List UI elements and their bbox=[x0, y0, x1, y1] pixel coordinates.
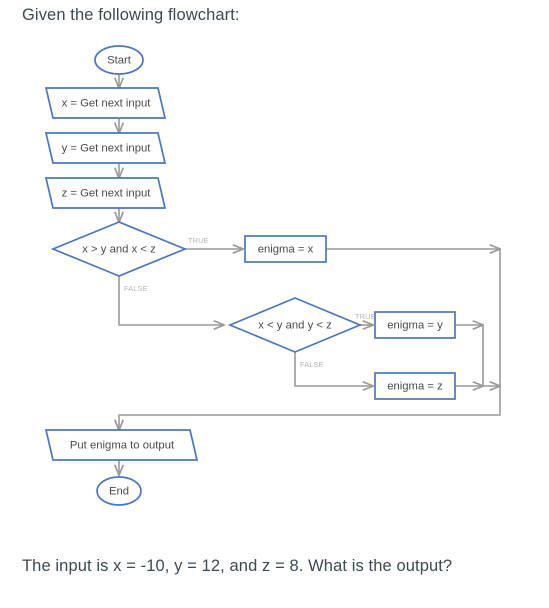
decision-2-false-label: FALSE bbox=[300, 360, 324, 369]
question-intro-text: Given the following flowchart: bbox=[22, 6, 240, 24]
node-output: Put enigma to output bbox=[44, 429, 199, 461]
node-input-z: z = Get next input bbox=[44, 177, 167, 209]
decision-1-true-label: TRUE bbox=[188, 236, 209, 245]
question-body-text: The input is x = -10, y = 12, and z = 8.… bbox=[22, 557, 453, 575]
node-input-y: y = Get next input bbox=[44, 132, 167, 164]
enigma-y-label: enigma = y bbox=[387, 319, 443, 331]
node-decision-1: x > y and x < z TRUE FALSE bbox=[50, 221, 209, 293]
connector-layer bbox=[119, 74, 500, 475]
flowchart-diagram: Start x = Get next input y = Get next in… bbox=[0, 30, 550, 530]
input-z-label: z = Get next input bbox=[62, 187, 152, 199]
node-enigma-y: enigma = y bbox=[374, 311, 456, 339]
node-enigma-z: enigma = z bbox=[374, 372, 456, 400]
node-decision-2: x < y and y < z TRUE FALSE bbox=[227, 297, 376, 369]
input-x-label: x = Get next input bbox=[62, 97, 152, 109]
node-enigma-x: enigma = x bbox=[244, 235, 327, 263]
enigma-x-label: enigma = x bbox=[258, 243, 314, 255]
enigma-z-label: enigma = z bbox=[387, 380, 443, 392]
connector-decision-2-false-to-enigma-z bbox=[294, 352, 373, 386]
decision-1-label: x > y and x < z bbox=[82, 243, 156, 255]
node-start: Start bbox=[94, 45, 144, 75]
start-label: Start bbox=[107, 54, 132, 66]
end-label: End bbox=[109, 485, 129, 497]
decision-1-false-label: FALSE bbox=[124, 284, 148, 293]
input-y-label: y = Get next input bbox=[62, 142, 152, 154]
node-input-x: x = Get next input bbox=[44, 87, 167, 119]
decision-2-true-label: TRUE bbox=[355, 312, 376, 321]
decision-2-label: x < y and y < z bbox=[258, 319, 332, 331]
node-end: End bbox=[96, 476, 142, 506]
output-label: Put enigma to output bbox=[70, 439, 175, 451]
